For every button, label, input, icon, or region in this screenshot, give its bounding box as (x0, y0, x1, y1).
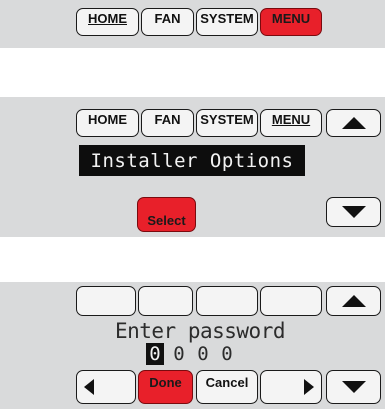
cancel-label: Cancel (205, 375, 249, 390)
scroll-up-button[interactable] (326, 109, 381, 137)
blank-button-4[interactable] (260, 286, 322, 316)
installer-options-panel: HOME FAN SYSTEM MENU Installer Options S… (0, 97, 385, 237)
top-nav-panel: HOME FAN SYSTEM MENU (0, 0, 385, 48)
menu-tab[interactable]: MENU (260, 8, 322, 36)
select-button[interactable]: Select (137, 197, 196, 232)
cancel-button[interactable]: Cancel (196, 370, 258, 404)
blank-button-2[interactable] (138, 286, 193, 316)
blank-button-3[interactable] (196, 286, 258, 316)
blank-button-1[interactable] (76, 286, 136, 316)
triangle-down-icon (341, 381, 366, 393)
password-digit-2[interactable]: 0 (170, 343, 188, 365)
move-left-button[interactable] (76, 370, 136, 404)
triangle-down-icon (341, 206, 366, 218)
triangle-up-icon (341, 295, 366, 307)
system-tab[interactable]: SYSTEM (196, 109, 258, 137)
installer-options-title: Installer Options (79, 145, 305, 176)
fan-tab[interactable]: FAN (141, 109, 194, 137)
password-digit-4[interactable]: 0 (218, 343, 236, 365)
scroll-down-button[interactable] (326, 370, 381, 404)
arrow-right-icon (304, 379, 314, 395)
password-digit-1[interactable]: 0 (146, 343, 164, 365)
arrow-left-icon (84, 379, 94, 395)
home-tab[interactable]: HOME (76, 109, 139, 137)
password-digit-3[interactable]: 0 (194, 343, 212, 365)
done-label: Done (149, 375, 182, 390)
select-label: Select (147, 213, 186, 228)
menu-tab[interactable]: MENU (260, 109, 322, 137)
system-tab[interactable]: SYSTEM (196, 8, 258, 36)
password-panel: Enter password 0 0 0 0 Done Cancel (0, 282, 385, 409)
home-tab[interactable]: HOME (76, 8, 139, 36)
scroll-down-button[interactable] (326, 197, 381, 227)
scroll-up-button[interactable] (326, 286, 381, 316)
fan-tab[interactable]: FAN (141, 8, 194, 36)
done-button[interactable]: Done (138, 370, 193, 404)
password-prompt: Enter password (114, 319, 286, 343)
move-right-button[interactable] (260, 370, 322, 404)
password-digits: 0 0 0 0 (146, 343, 236, 367)
triangle-up-icon (341, 117, 366, 129)
